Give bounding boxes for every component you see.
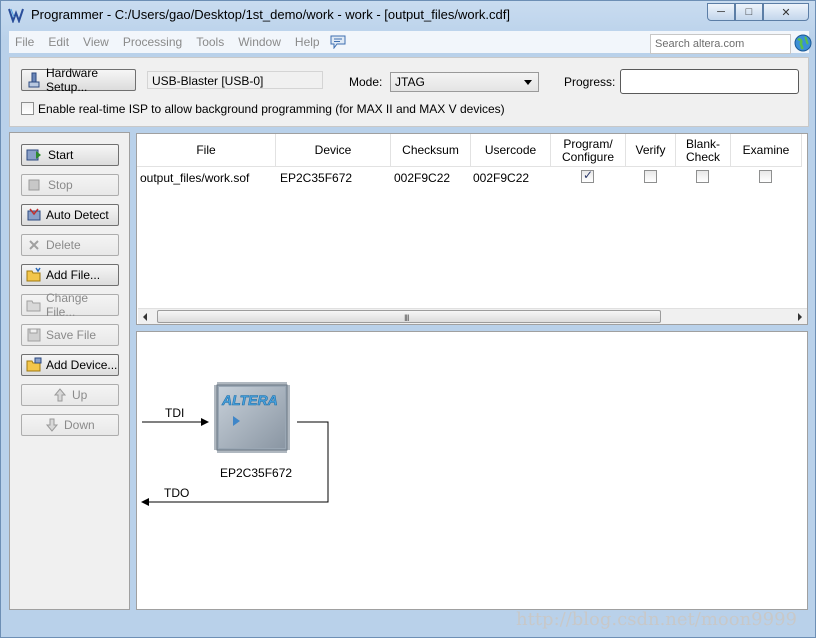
start-icon — [26, 149, 41, 161]
add-device-label: Add Device... — [46, 358, 118, 372]
watermark: http://blog.csdn.net/moon9999 — [516, 609, 797, 630]
hardware-setup-button[interactable]: Hardware Setup... — [21, 66, 136, 94]
column-verify[interactable]: Verify — [626, 134, 676, 167]
examine-checkbox[interactable] — [759, 170, 772, 183]
isp-label: Enable real-time ISP to allow background… — [38, 102, 505, 116]
progress-label: Progress: — [564, 75, 616, 89]
column-blank-check[interactable]: Blank- Check — [676, 134, 731, 167]
row-file: output_files/work.sof — [140, 171, 250, 185]
add-file-label: Add File... — [46, 268, 101, 282]
horizontal-scrollbar[interactable]: III — [138, 308, 807, 324]
search-input[interactable]: Search altera.com — [650, 34, 791, 54]
mode-select[interactable]: JTAG — [390, 72, 539, 92]
maximize-button[interactable]: □ — [735, 3, 763, 21]
mode-value: JTAG — [395, 75, 425, 89]
window-title: Programmer - C:/Users/gao/Desktop/1st_de… — [31, 7, 510, 22]
tdo-label: TDO — [164, 486, 190, 500]
menu-window[interactable]: Window — [232, 35, 289, 49]
up-button[interactable]: Up — [21, 384, 119, 406]
hardware-settings-panel: Hardware Setup... USB-Blaster [USB-0] Mo… — [9, 57, 809, 127]
table-header: File Device Checksum Usercode Program/ C… — [137, 134, 802, 167]
auto-detect-label: Auto Detect — [46, 208, 109, 222]
window-controls: ─ □ ✕ — [707, 3, 809, 21]
menu-bar: File Edit View Processing Tools Window H… — [9, 31, 812, 54]
row-device: EP2C35F672 — [280, 171, 353, 185]
arrow-down-icon — [45, 418, 59, 432]
down-label: Down — [64, 418, 95, 432]
menu-file[interactable]: File — [9, 35, 42, 49]
scroll-thumb[interactable]: III — [157, 310, 661, 323]
tdi-label: TDI — [165, 406, 185, 420]
add-file-button[interactable]: Add File... — [21, 264, 119, 286]
tdo-arrow — [141, 498, 149, 506]
action-panel: Start Stop Auto Detect Delete Add File..… — [9, 132, 130, 610]
start-label: Start — [48, 148, 74, 162]
column-checksum[interactable]: Checksum — [391, 134, 471, 167]
mode-label: Mode: — [349, 75, 383, 89]
scroll-right-icon[interactable] — [798, 313, 802, 321]
column-program-configure[interactable]: Program/ Configure — [551, 134, 626, 167]
programmer-window: Programmer - C:/Users/gao/Desktop/1st_de… — [0, 0, 816, 638]
menu-tools[interactable]: Tools — [190, 35, 232, 49]
stop-button[interactable]: Stop — [21, 174, 119, 196]
save-file-label: Save File — [46, 328, 97, 342]
delete-icon — [29, 240, 39, 250]
usb-blaster-icon — [28, 72, 40, 88]
column-file[interactable]: File — [137, 134, 276, 167]
add-device-icon — [26, 357, 42, 372]
blank-check-checkbox[interactable] — [696, 170, 709, 183]
column-device[interactable]: Device — [276, 134, 391, 167]
menu-edit[interactable]: Edit — [42, 35, 77, 49]
change-file-icon — [26, 300, 41, 312]
isp-checkbox[interactable] — [21, 102, 34, 115]
menu-processing[interactable]: Processing — [117, 35, 190, 49]
menu-view[interactable]: View — [77, 35, 117, 49]
menu-help[interactable]: Help — [289, 35, 328, 49]
change-file-button[interactable]: Change File... — [21, 291, 119, 319]
stop-label: Stop — [48, 178, 73, 192]
hardware-setup-label: Hardware Setup... — [46, 66, 99, 94]
scroll-grip: III — [404, 313, 409, 323]
device-table: File Device Checksum Usercode Program/ C… — [136, 133, 808, 325]
maximize-icon: □ — [745, 6, 753, 18]
chip-name[interactable]: EP2C35F672 — [220, 466, 292, 480]
close-button[interactable]: ✕ — [763, 3, 809, 21]
folder-open-icon — [26, 267, 41, 282]
minimize-button[interactable]: ─ — [707, 3, 735, 21]
start-button[interactable]: Start — [21, 144, 119, 166]
chip-logo: ALTERA — [221, 392, 278, 408]
verify-checkbox[interactable] — [644, 170, 657, 183]
delete-button[interactable]: Delete — [21, 234, 119, 256]
chat-help-icon[interactable] — [330, 35, 346, 49]
program-checkbox[interactable] — [581, 168, 594, 183]
auto-detect-icon — [27, 208, 41, 221]
tdi-arrow — [201, 418, 209, 426]
save-icon — [27, 328, 41, 342]
change-file-label: Change File... — [46, 291, 89, 319]
down-button[interactable]: Down — [21, 414, 119, 436]
add-device-button[interactable]: Add Device... — [21, 354, 119, 376]
row-checksum: 002F9C22 — [394, 171, 451, 185]
chevron-down-icon — [524, 80, 532, 85]
save-file-button[interactable]: Save File — [21, 324, 119, 346]
progress-bar — [620, 69, 799, 94]
jtag-chain-view: ALTERA TDI TDO EP2C35F672 — [136, 331, 808, 610]
stop-icon — [28, 179, 40, 191]
up-label: Up — [72, 388, 88, 402]
close-icon: ✕ — [781, 6, 791, 19]
column-usercode[interactable]: Usercode — [471, 134, 551, 167]
title-bar: Programmer - C:/Users/gao/Desktop/1st_de… — [1, 1, 815, 29]
hardware-value: USB-Blaster [USB-0] — [147, 71, 323, 89]
programmer-app-icon — [8, 8, 24, 23]
minimize-icon: ─ — [717, 6, 725, 18]
globe-icon[interactable] — [794, 34, 812, 52]
arrow-up-icon — [53, 388, 67, 402]
delete-label: Delete — [46, 238, 81, 252]
scroll-left-icon[interactable] — [143, 313, 147, 321]
row-usercode: 002F9C22 — [473, 171, 530, 185]
column-examine[interactable]: Examine — [731, 134, 802, 167]
auto-detect-button[interactable]: Auto Detect — [21, 204, 119, 226]
